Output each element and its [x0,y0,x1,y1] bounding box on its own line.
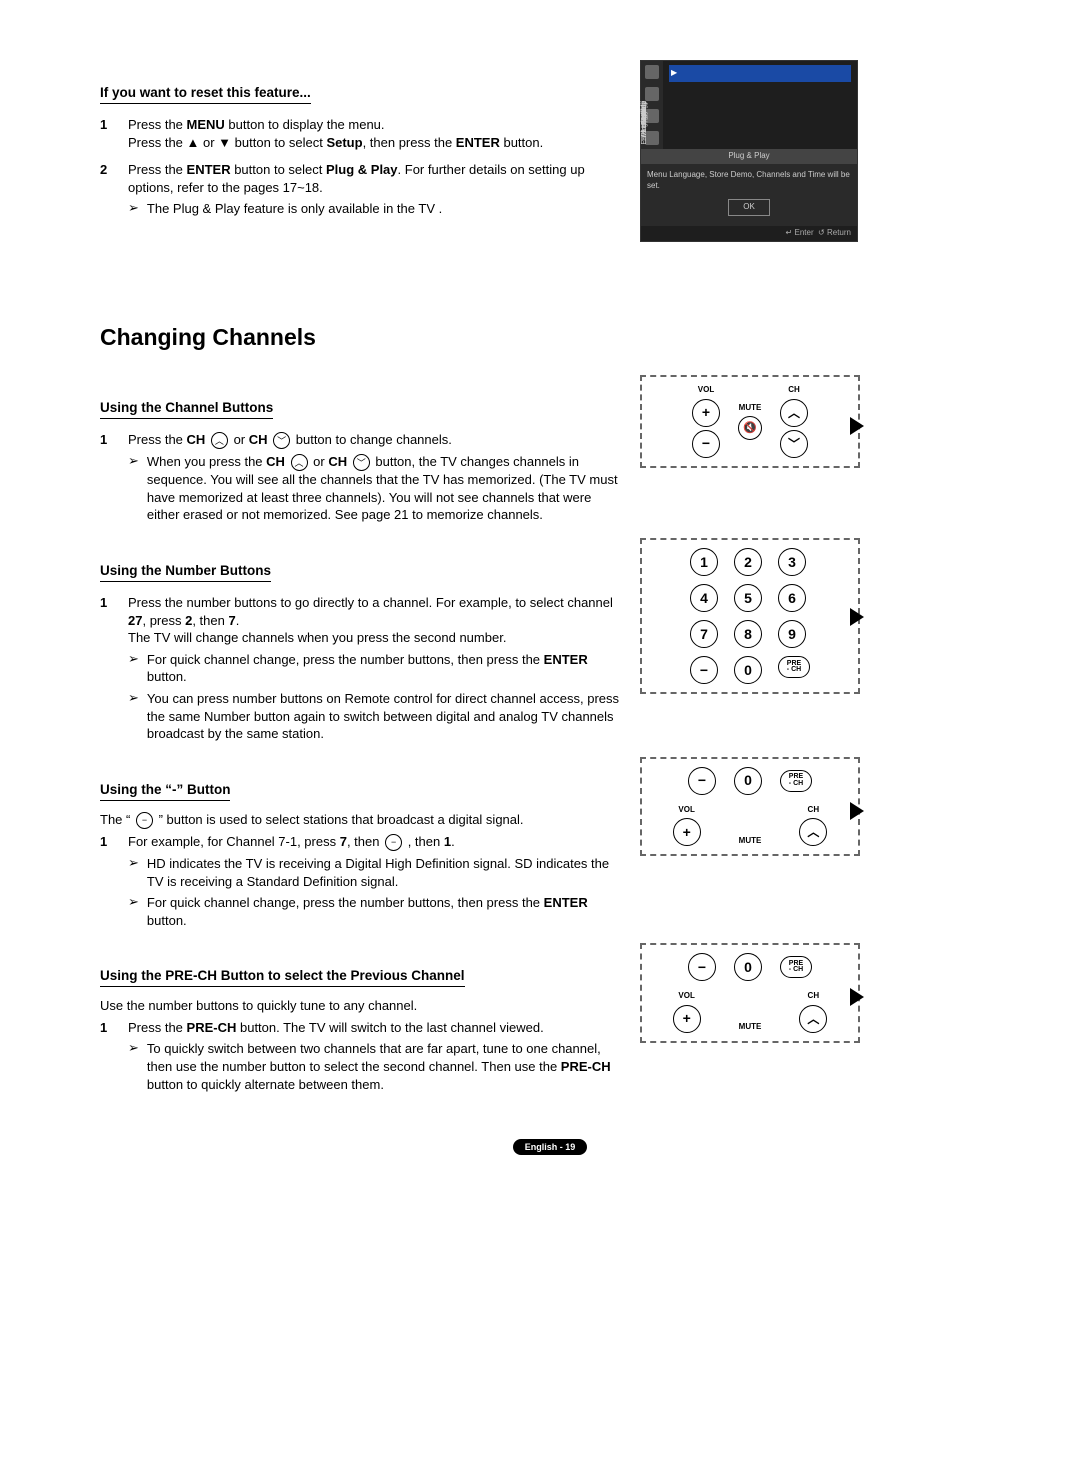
callout-arrow-icon [850,802,864,820]
vol-up-button: + [692,399,720,427]
num-buttons-heading: Using the Number Buttons [100,562,271,582]
ch-down-icon: ﹀ [273,432,290,449]
digit-8-button: 8 [734,620,762,648]
osd-dialog: Menu Language, Store Demo, Channels and … [641,164,857,226]
osd-row-plugplay: Plug & Play [669,65,851,82]
mute-label: MUTE [739,403,762,414]
digit-0-button: 0 [734,767,762,795]
ch-up-icon: ︿ [211,432,228,449]
osd-tab-icon [645,65,659,79]
step-number: 1 [100,833,114,933]
osd-hints: ↵ Enter ↺ Return [641,226,857,241]
digit-2-button: 2 [734,548,762,576]
dash-button-step: For example, for Channel 7-1, press 7, t… [128,833,620,933]
page-footer: English - 19 [513,1139,588,1155]
ch-buttons-step: Press the CH ︿ or CH ﹀ button to change … [128,431,620,528]
vol-down-button: − [692,430,720,458]
digit-9-button: 9 [778,620,806,648]
step-number: 2 [100,161,114,222]
vol-label: VOL [678,991,694,1002]
mute-label: MUTE [739,836,762,847]
ch-up-button: ︿ [780,399,808,427]
ch-down-icon: ﹀ [353,454,370,471]
prech-button: PRE- CH [780,770,812,792]
digit-5-button: 5 [734,584,762,612]
osd-ok-button: OK [728,199,770,216]
dash-button-heading: Using the “-” Button [100,781,230,801]
dash-button: − [688,767,716,795]
ch-label: CH [808,991,820,1002]
dash-button: − [690,656,718,684]
digit-7-button: 7 [690,620,718,648]
dash-icon: − [385,834,402,851]
step-number: 1 [100,116,114,151]
dash-button: − [688,953,716,981]
prech-intro: Use the number buttons to quickly tune t… [100,997,620,1015]
vol-up-button: + [673,1005,701,1033]
digit-0-button: 0 [734,656,762,684]
mute-label: MUTE [739,1022,762,1033]
remote-diagram-prech: − 0 PRE- CH VOL + MUTE CH ︿ [640,943,860,1043]
callout-arrow-icon [850,417,864,435]
dash-icon: − [136,812,153,829]
step-number: 1 [100,594,114,746]
step-number: 1 [100,1019,114,1097]
ch-down-button: ﹀ [780,430,808,458]
reset-step2: Press the ENTER button to select Plug & … [128,161,620,222]
osd-dialog-title: Plug & Play [641,149,857,164]
prech-button: PRE- CH [778,656,810,678]
ch-label: CH [788,385,800,396]
ch-up-button: ︿ [799,1005,827,1033]
digit-0-button: 0 [734,953,762,981]
ch-up-button: ︿ [799,818,827,846]
digit-3-button: 3 [778,548,806,576]
step-number: 1 [100,431,114,528]
prech-button: PRE- CH [780,956,812,978]
vol-label: VOL [678,805,694,816]
osd-tab-icon [645,87,659,101]
remote-diagram-keypad: 1 2 3 4 5 6 7 8 9 − 0 PRE- CH [640,538,860,694]
digit-4-button: 4 [690,584,718,612]
remote-diagram-dash: − 0 PRE- CH VOL + MUTE CH ︿ [640,757,860,857]
main-heading: Changing Channels [100,322,1000,353]
remote-diagram-volch: VOL + − MUTE 🔇 CH ︿ ﹀ [640,375,860,468]
ch-buttons-heading: Using the Channel Buttons [100,399,273,419]
mute-button: 🔇 [738,416,762,440]
digit-6-button: 6 [778,584,806,612]
reset-step1: Press the MENU button to display the men… [128,116,620,151]
reset-heading: If you want to reset this feature... [100,84,311,104]
ch-up-icon: ︿ [291,454,308,471]
callout-arrow-icon [850,608,864,626]
osd-menu: Setup Plug & Play Language: English Time… [640,60,858,242]
vol-up-button: + [673,818,701,846]
osd-row-swupgrade: SW Upgrade [669,118,851,124]
vol-label: VOL [698,385,714,396]
digit-1-button: 1 [690,548,718,576]
prech-heading: Using the PRE-CH Button to select the Pr… [100,967,465,987]
num-buttons-step: Press the number buttons to go directly … [128,594,620,746]
prech-step: Press the PRE-CH button. The TV will swi… [128,1019,620,1097]
ch-label: CH [808,805,820,816]
callout-arrow-icon [850,988,864,1006]
dash-intro: The “ − ” button is used to select stati… [100,811,620,829]
